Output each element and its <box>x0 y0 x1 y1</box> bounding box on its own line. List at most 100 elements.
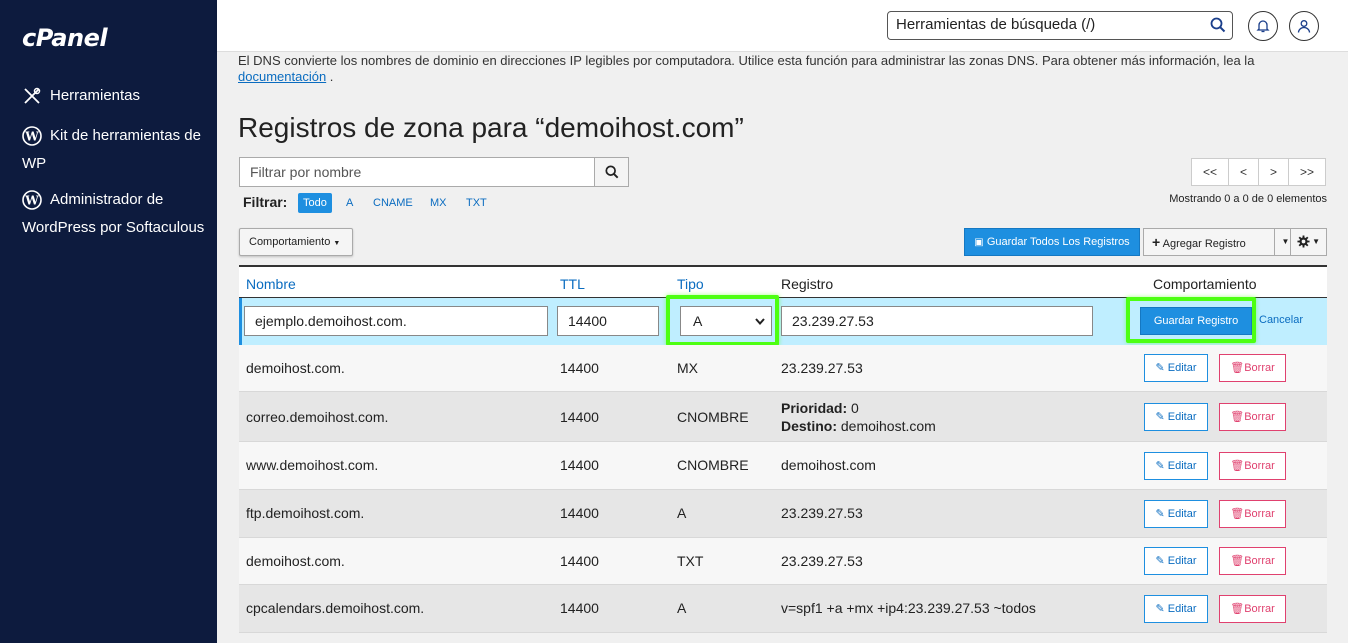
sidebar-item-wp-manager[interactable]: W Administrador de WordPress por Softacu… <box>22 186 207 242</box>
filter-tag-a[interactable]: A <box>341 193 358 213</box>
edit-button[interactable]: ✎ Editar <box>1144 595 1208 623</box>
filter-tag-all[interactable]: Todo <box>298 193 332 213</box>
record-ttl: 14400 <box>560 360 599 376</box>
delete-button[interactable]: 🗑Borrar <box>1219 595 1286 623</box>
record-value: 23.239.27.53 <box>781 553 863 569</box>
record-type: A <box>677 600 687 616</box>
save-icon: ▣ <box>974 237 984 248</box>
table-row: correo.demoihost.com. 14400 CNOMBRE Prio… <box>239 392 1327 442</box>
trash-icon: 🗑 <box>1230 508 1245 520</box>
sidebar-item-wp-toolkit[interactable]: W Kit de herramientas de WP <box>22 122 207 178</box>
record-type: CNOMBRE <box>677 409 749 425</box>
edit-button[interactable]: ✎ Editar <box>1144 452 1208 480</box>
bell-icon <box>1256 20 1270 33</box>
page-title: Registros de zona para “demoihost.com” <box>238 112 744 143</box>
edit-button[interactable]: ✎ Editar <box>1144 500 1208 528</box>
delete-button[interactable]: 🗑Borrar <box>1219 403 1286 431</box>
prev-page-button[interactable]: < <box>1228 158 1259 186</box>
pencil-icon: ✎ <box>1155 460 1165 472</box>
record-value: 23.239.27.53 <box>781 360 863 376</box>
type-highlight-box <box>666 295 779 346</box>
intro-text: El DNS convierte los nombres de dominio … <box>238 53 1318 85</box>
svg-text:W: W <box>24 130 39 144</box>
record-name: ftp.demoihost.com. <box>246 505 365 521</box>
record-ttl: 14400 <box>560 409 599 425</box>
column-header-record: Registro <box>781 276 834 292</box>
delete-label: Borrar <box>1244 411 1275 423</box>
settings-dropdown-button[interactable]: ▼ <box>1290 228 1327 256</box>
name-filter[interactable] <box>239 157 629 187</box>
filter-search-button[interactable] <box>594 158 628 186</box>
edit-button[interactable]: ✎ Editar <box>1144 547 1208 575</box>
record-ttl: 14400 <box>560 553 599 569</box>
delete-label: Borrar <box>1244 555 1275 567</box>
plus-icon: + <box>1152 234 1161 250</box>
destination-value: demoihost.com <box>840 418 936 434</box>
record-priority: Prioridad: 0 <box>781 400 859 416</box>
record-ttl: 14400 <box>560 457 599 473</box>
filter-tag-cname[interactable]: CNAME <box>368 193 418 213</box>
record-name: correo.demoihost.com. <box>246 409 389 425</box>
edit-button[interactable]: ✎ Editar <box>1144 354 1208 382</box>
record-name: demoihost.com. <box>246 553 345 569</box>
cancel-link[interactable]: Cancelar <box>1259 314 1303 326</box>
sidebar-item-label: Administrador de WordPress por Softaculo… <box>22 191 205 236</box>
record-ttl-input[interactable] <box>557 306 659 336</box>
record-name-input[interactable] <box>244 306 548 336</box>
intro-suffix: . <box>329 69 334 84</box>
documentation-link[interactable]: documentación <box>238 69 326 84</box>
search-icon[interactable] <box>1210 17 1226 33</box>
tool-search[interactable] <box>887 11 1233 40</box>
delete-label: Borrar <box>1244 603 1275 615</box>
caret-down-icon: ▼ <box>1281 237 1290 246</box>
trash-icon: 🗑 <box>1230 460 1245 472</box>
table-row: ftp.demoihost.com. 14400 A 23.239.27.53 … <box>239 490 1327 538</box>
column-header-type[interactable]: Tipo <box>677 276 704 292</box>
filter-tag-txt[interactable]: TXT <box>461 193 492 213</box>
edit-label: Editar <box>1167 555 1197 567</box>
cpanel-logo[interactable]: cPanel <box>22 24 108 52</box>
column-header-name[interactable]: Nombre <box>246 276 296 292</box>
sidebar: cPanel Herramientas W Kit de herramienta… <box>0 0 217 643</box>
search-input[interactable] <box>896 16 1196 33</box>
user-button[interactable] <box>1289 11 1319 41</box>
sidebar-item-herramientas[interactable]: Herramientas <box>22 82 207 110</box>
delete-button[interactable]: 🗑Borrar <box>1219 354 1286 382</box>
delete-button[interactable]: 🗑Borrar <box>1219 547 1286 575</box>
delete-label: Borrar <box>1244 508 1275 520</box>
table-row: demoihost.com. 14400 MX 23.239.27.53 ✎ E… <box>239 345 1327 392</box>
wordpress-icon: W <box>22 126 42 146</box>
caret-down-icon: ▼ <box>333 240 341 247</box>
trash-icon: 🗑 <box>1230 555 1245 567</box>
edit-record-row: A Guardar Registro Cancelar <box>239 295 1327 346</box>
table-row: demoihost.com. 14400 TXT 23.239.27.53 ✎ … <box>239 538 1327 585</box>
edit-label: Editar <box>1167 460 1197 472</box>
record-type: MX <box>677 360 698 376</box>
priority-value: 0 <box>851 400 859 416</box>
save-all-records-button[interactable]: ▣ Guardar Todos Los Registros <box>964 228 1140 256</box>
last-page-button[interactable]: >> <box>1288 158 1326 186</box>
filter-tag-mx[interactable]: MX <box>425 193 452 213</box>
wordpress-icon: W <box>22 190 42 210</box>
behavior-dropdown-button[interactable]: Comportamiento ▼ <box>239 228 353 256</box>
edit-label: Editar <box>1167 362 1197 374</box>
column-header-ttl[interactable]: TTL <box>560 276 585 292</box>
priority-label: Prioridad: <box>781 400 848 416</box>
add-record-button[interactable]: + Agregar Registro <box>1143 228 1275 256</box>
delete-button[interactable]: 🗑Borrar <box>1219 500 1286 528</box>
record-value-input[interactable] <box>781 306 1093 336</box>
next-page-button[interactable]: > <box>1258 158 1289 186</box>
pencil-icon: ✎ <box>1155 411 1165 423</box>
edit-label: Editar <box>1167 508 1197 520</box>
delete-button[interactable]: 🗑Borrar <box>1219 452 1286 480</box>
intro-description: El DNS convierte los nombres de dominio … <box>238 53 1255 68</box>
table-row: www.demoihost.com. 14400 CNOMBRE demoiho… <box>239 442 1327 490</box>
edit-button[interactable]: ✎ Editar <box>1144 403 1208 431</box>
first-page-button[interactable]: << <box>1191 158 1229 186</box>
notifications-button[interactable] <box>1248 11 1278 41</box>
edit-label: Editar <box>1167 411 1197 423</box>
filter-label: Filtrar: <box>243 194 288 210</box>
record-value: demoihost.com <box>781 457 876 473</box>
filter-input[interactable] <box>250 164 580 180</box>
save-highlight-box <box>1126 297 1256 343</box>
